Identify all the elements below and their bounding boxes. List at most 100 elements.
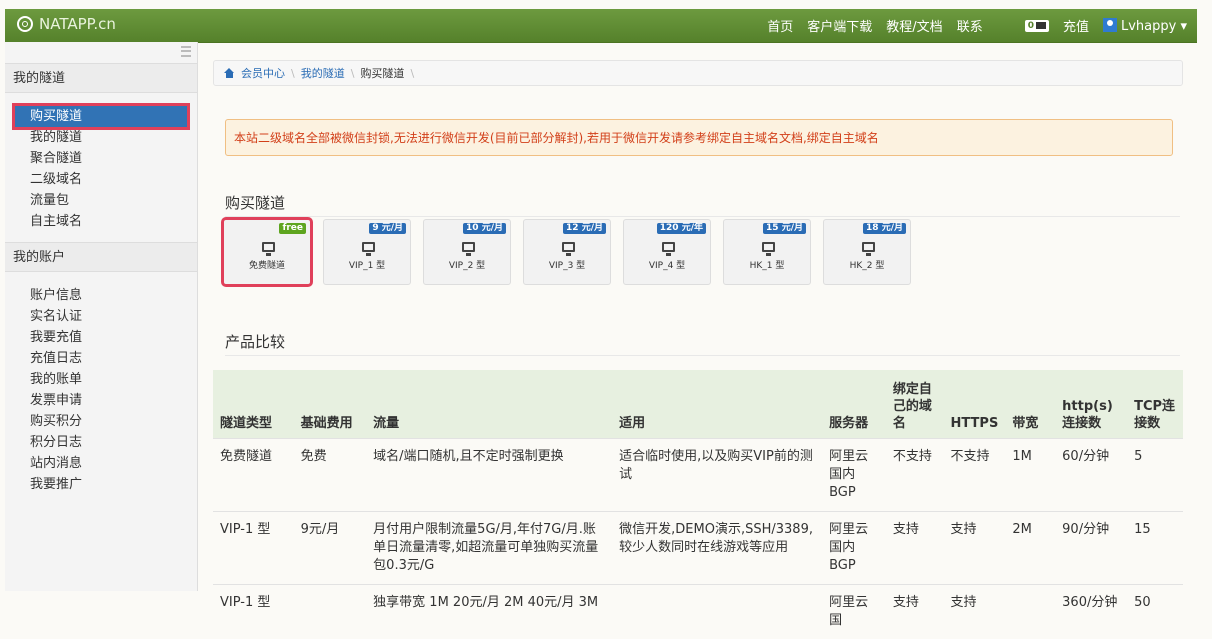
sidebar-account-list: 账户信息 实名认证 我要充值 充值日志 我的账单 发票申请 购买积分 积分日志 … xyxy=(5,285,197,495)
nav-contact[interactable]: 联系 xyxy=(957,16,983,35)
tile-label: VIP_1 型 xyxy=(348,261,386,271)
price-badge: 12 元/月 xyxy=(563,223,606,234)
table-cell: 阿里云国 xyxy=(822,583,886,639)
monitor-icon xyxy=(662,242,675,256)
balance-value: 0 xyxy=(1027,20,1034,31)
nav-recharge[interactable]: 充值 xyxy=(1063,16,1089,35)
table-cell: 支持 xyxy=(943,510,1006,584)
monitor-icon xyxy=(862,242,875,256)
sidebar-head-account: 我的账户 xyxy=(5,242,197,272)
wechat-warning-alert: 本站二级域名全部被微信封锁,无法进行微信开发(目前已部分解封),若用于微信开发请… xyxy=(225,119,1173,156)
tile-free-tunnel[interactable]: free 免费隧道 xyxy=(221,217,313,287)
th-use-case: 适用 xyxy=(619,415,646,431)
tile-vip-1[interactable]: 9 元/月 VIP_1 型 xyxy=(323,219,411,285)
sidebar-item-verification[interactable]: 实名认证 xyxy=(5,306,197,327)
table-cell: 微信开发,DEMO演示,SSH/3389,较少人数同时在线游戏等应用 xyxy=(612,510,823,584)
sidebar: 我的隧道 购买隧道 我的隧道 聚合隧道 二级域名 流量包 自主域名 我的账户 账… xyxy=(5,42,198,591)
product-comparison-table: 隧道类型 基础费用 流量 适用 服务器 绑定自己的域名 HTTPS 带宽 htt… xyxy=(213,370,1183,639)
nav-client-download[interactable]: 客户端下载 xyxy=(807,16,872,35)
th-https: HTTPS xyxy=(950,415,999,431)
sidebar-item-account-info[interactable]: 账户信息 xyxy=(5,285,197,306)
card-icon xyxy=(1035,22,1046,29)
sidebar-item-messages[interactable]: 站内消息 xyxy=(5,453,197,474)
table-cell: 适合临时使用,以及购买VIP前的测试 xyxy=(612,437,823,511)
tile-hk-2[interactable]: 18 元/月 HK_2 型 xyxy=(823,219,911,285)
sidebar-item-invoice[interactable]: 发票申请 xyxy=(5,390,197,411)
table-cell: 免费 xyxy=(293,437,367,511)
balance-badge[interactable]: 0 xyxy=(1024,19,1049,32)
table-cell xyxy=(1005,583,1056,639)
table-cell: 独享带宽 1M 20元/月 2M 40元/月 3M xyxy=(366,583,613,639)
sidebar-tunnel-list: 购买隧道 我的隧道 聚合隧道 二级域名 流量包 自主域名 xyxy=(5,103,197,232)
nav-home[interactable]: 首页 xyxy=(767,16,793,35)
sidebar-collapse-icon[interactable] xyxy=(181,46,191,57)
sidebar-item-promote[interactable]: 我要推广 xyxy=(5,474,197,495)
table-cell: 2M xyxy=(1005,510,1056,584)
tile-vip-2[interactable]: 10 元/月 VIP_2 型 xyxy=(423,219,511,285)
nav-docs[interactable]: 教程/文档 xyxy=(886,16,942,35)
table-cell: 阿里云国内BGP xyxy=(822,510,886,584)
table-cell: 不支持 xyxy=(943,437,1006,511)
tile-label: VIP_3 型 xyxy=(548,261,586,271)
sidebar-item-my-tunnels[interactable]: 我的隧道 xyxy=(5,127,197,148)
breadcrumb-my-tunnels[interactable]: 我的隧道 xyxy=(301,65,345,81)
compare-title: 产品比较 xyxy=(225,333,286,351)
table-cell: VIP-1 型 xyxy=(213,510,294,584)
user-name: Lvhappy xyxy=(1120,18,1177,34)
home-icon[interactable] xyxy=(224,68,235,78)
user-icon xyxy=(1102,17,1117,32)
table-cell: 50 xyxy=(1127,583,1183,639)
sidebar-item-recharge-log[interactable]: 充值日志 xyxy=(5,348,197,369)
monitor-icon xyxy=(362,242,375,256)
th-tunnel-type: 隧道类型 xyxy=(220,415,273,431)
monitor-icon xyxy=(262,242,275,256)
sidebar-item-buy-tunnel[interactable]: 购买隧道 xyxy=(12,103,190,130)
table-cell: 支持 xyxy=(885,510,944,584)
table-cell: 不支持 xyxy=(885,437,944,511)
th-bind-domain: 绑定自己的域名 xyxy=(892,381,932,431)
sidebar-item-recharge[interactable]: 我要充值 xyxy=(5,327,197,348)
tile-vip-3[interactable]: 12 元/月 VIP_3 型 xyxy=(523,219,611,285)
monitor-icon xyxy=(762,242,775,256)
sidebar-item-bills[interactable]: 我的账单 xyxy=(5,369,197,390)
th-base-fee: 基础费用 xyxy=(300,415,353,431)
buy-tunnel-title: 购买隧道 xyxy=(225,194,286,212)
price-badge: 120 元/年 xyxy=(656,223,706,234)
caret-down-icon: ▾ xyxy=(1180,18,1187,34)
top-navbar: NATAPP.cn 首页 客户端下载 教程/文档 联系 0 充值 Lvhappy… xyxy=(5,9,1197,43)
brand[interactable]: NATAPP.cn xyxy=(17,15,116,33)
tunnel-tiles: free 免费隧道 9 元/月 VIP_1 型 10 元/月 VIP_2 型 1… xyxy=(221,217,911,287)
table-cell: 阿里云国内BGP xyxy=(822,437,886,511)
tile-label: HK_1 型 xyxy=(749,261,785,271)
tile-hk-1[interactable]: 15 元/月 HK_1 型 xyxy=(723,219,811,285)
sidebar-item-points-log[interactable]: 积分日志 xyxy=(5,432,197,453)
monitor-icon xyxy=(562,242,575,256)
th-server: 服务器 xyxy=(829,415,869,431)
breadcrumb-member-center[interactable]: 会员中心 xyxy=(241,65,285,81)
breadcrumb: 会员中心 \ 我的隧道 \ 购买隧道 \ xyxy=(213,60,1183,86)
breadcrumb-buy-tunnel: 购买隧道 xyxy=(360,67,405,80)
table-row: 免费隧道 免费 域名/端口随机,且不定时强制更换 适合临时使用,以及购买VIP前… xyxy=(213,437,1183,511)
sidebar-item-subdomains[interactable]: 二级域名 xyxy=(5,169,197,190)
sidebar-item-custom-domain[interactable]: 自主域名 xyxy=(5,211,197,232)
table-cell: 月付用户限制流量5G/月,年付7G/月.账单日流量清零,如超流量可单独购买流量包… xyxy=(366,510,613,584)
tile-vip-4[interactable]: 120 元/年 VIP_4 型 xyxy=(623,219,711,285)
table-cell: 1M xyxy=(1005,437,1056,511)
table-cell: 支持 xyxy=(943,583,1006,639)
th-bandwidth: 带宽 xyxy=(1012,415,1039,431)
th-tcp-connections: TCP连接数 xyxy=(1134,398,1176,431)
th-traffic: 流量 xyxy=(373,415,400,431)
sidebar-item-traffic-pack[interactable]: 流量包 xyxy=(5,190,197,211)
tile-label: 免费隧道 xyxy=(248,261,285,271)
price-badge: free xyxy=(279,223,306,234)
table-row: VIP-1 型 独享带宽 1M 20元/月 2M 40元/月 3M 阿里云国 支… xyxy=(213,583,1183,639)
table-cell: 域名/端口随机,且不定时强制更换 xyxy=(366,437,613,511)
table-cell: 5 xyxy=(1127,437,1183,511)
tile-label: HK_2 型 xyxy=(849,261,885,271)
table-cell: 免费隧道 xyxy=(213,437,294,511)
table-cell: 支持 xyxy=(885,583,944,639)
sidebar-item-buy-points[interactable]: 购买积分 xyxy=(5,411,197,432)
table-cell: 90/分钟 xyxy=(1055,510,1128,584)
user-menu[interactable]: Lvhappy ▾ xyxy=(1102,17,1187,34)
sidebar-item-aggregate-tunnels[interactable]: 聚合隧道 xyxy=(5,148,197,169)
